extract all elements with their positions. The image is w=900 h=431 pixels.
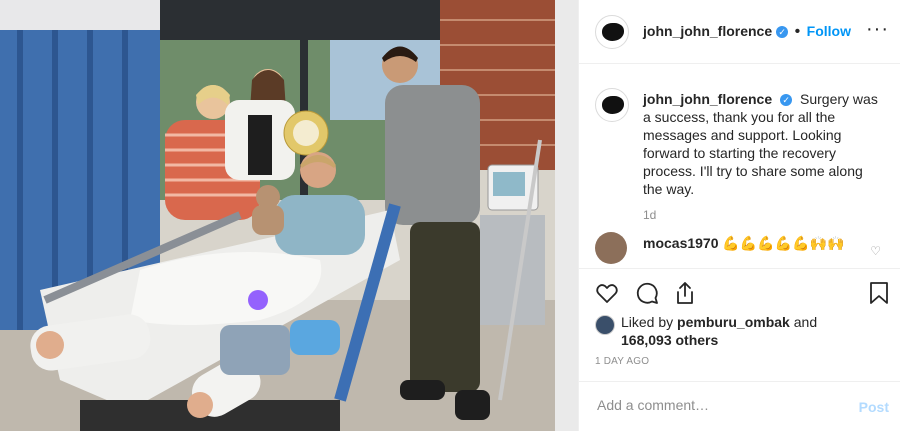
likes-conjunction: and	[793, 314, 818, 330]
more-options-icon[interactable]: ···	[866, 18, 889, 41]
author-avatar[interactable]	[595, 15, 629, 49]
caption-text-block: john_john_florence ✓ Surgery was a succes…	[643, 90, 883, 198]
caption-username[interactable]: john_john_florence	[643, 91, 772, 107]
follow-button[interactable]: Follow	[807, 23, 851, 39]
post-photo[interactable]	[0, 0, 578, 431]
post-photo-illustration	[0, 0, 578, 431]
caption-avatar[interactable]	[595, 88, 629, 122]
comment-text: 💪💪💪💪💪🙌🙌	[722, 235, 845, 251]
post-header: john_john_florence ✓ • Follow ···	[579, 0, 900, 64]
author-username[interactable]: john_john_florence	[643, 23, 772, 39]
liker-username[interactable]: pemburu_ombak	[677, 314, 790, 330]
speech-bubble-icon[interactable]	[635, 281, 659, 305]
share-icon[interactable]	[673, 280, 697, 306]
likes-prefix: Liked by	[621, 314, 674, 330]
action-bar	[579, 268, 900, 316]
post-date[interactable]: 1 DAY AGO	[595, 356, 649, 367]
likes-summary: Liked by pemburu_ombak and 168,093 other…	[595, 313, 851, 349]
post-comment-button[interactable]: Post	[859, 399, 889, 415]
header-separator: •	[794, 23, 801, 40]
verified-badge-icon: ✓	[780, 94, 793, 106]
author-line: john_john_florence ✓ • Follow	[643, 23, 851, 41]
bookmark-icon[interactable]	[869, 281, 889, 305]
liker-avatar[interactable]	[595, 315, 615, 335]
caption-time[interactable]: 1d	[643, 208, 656, 222]
likes-text: Liked by pemburu_ombak and 168,093 other…	[595, 313, 851, 349]
caption: john_john_florence ✓ Surgery was a succes…	[643, 90, 883, 198]
add-comment-input[interactable]	[595, 396, 839, 414]
commenter-avatar[interactable]	[595, 232, 627, 264]
comment-like-heart-icon[interactable]: ♡	[870, 242, 881, 260]
heart-icon[interactable]	[595, 281, 619, 305]
commenter-username[interactable]: mocas1970	[643, 235, 719, 251]
comment-body: mocas1970 💪💪💪💪💪🙌🙌	[643, 234, 853, 252]
add-comment-bar: Post	[579, 381, 900, 431]
post-details-panel: john_john_florence ✓ • Follow ··· john_jo…	[578, 0, 900, 431]
verified-badge-icon: ✓	[776, 26, 789, 38]
likes-count[interactable]: 168,093 others	[621, 332, 718, 348]
